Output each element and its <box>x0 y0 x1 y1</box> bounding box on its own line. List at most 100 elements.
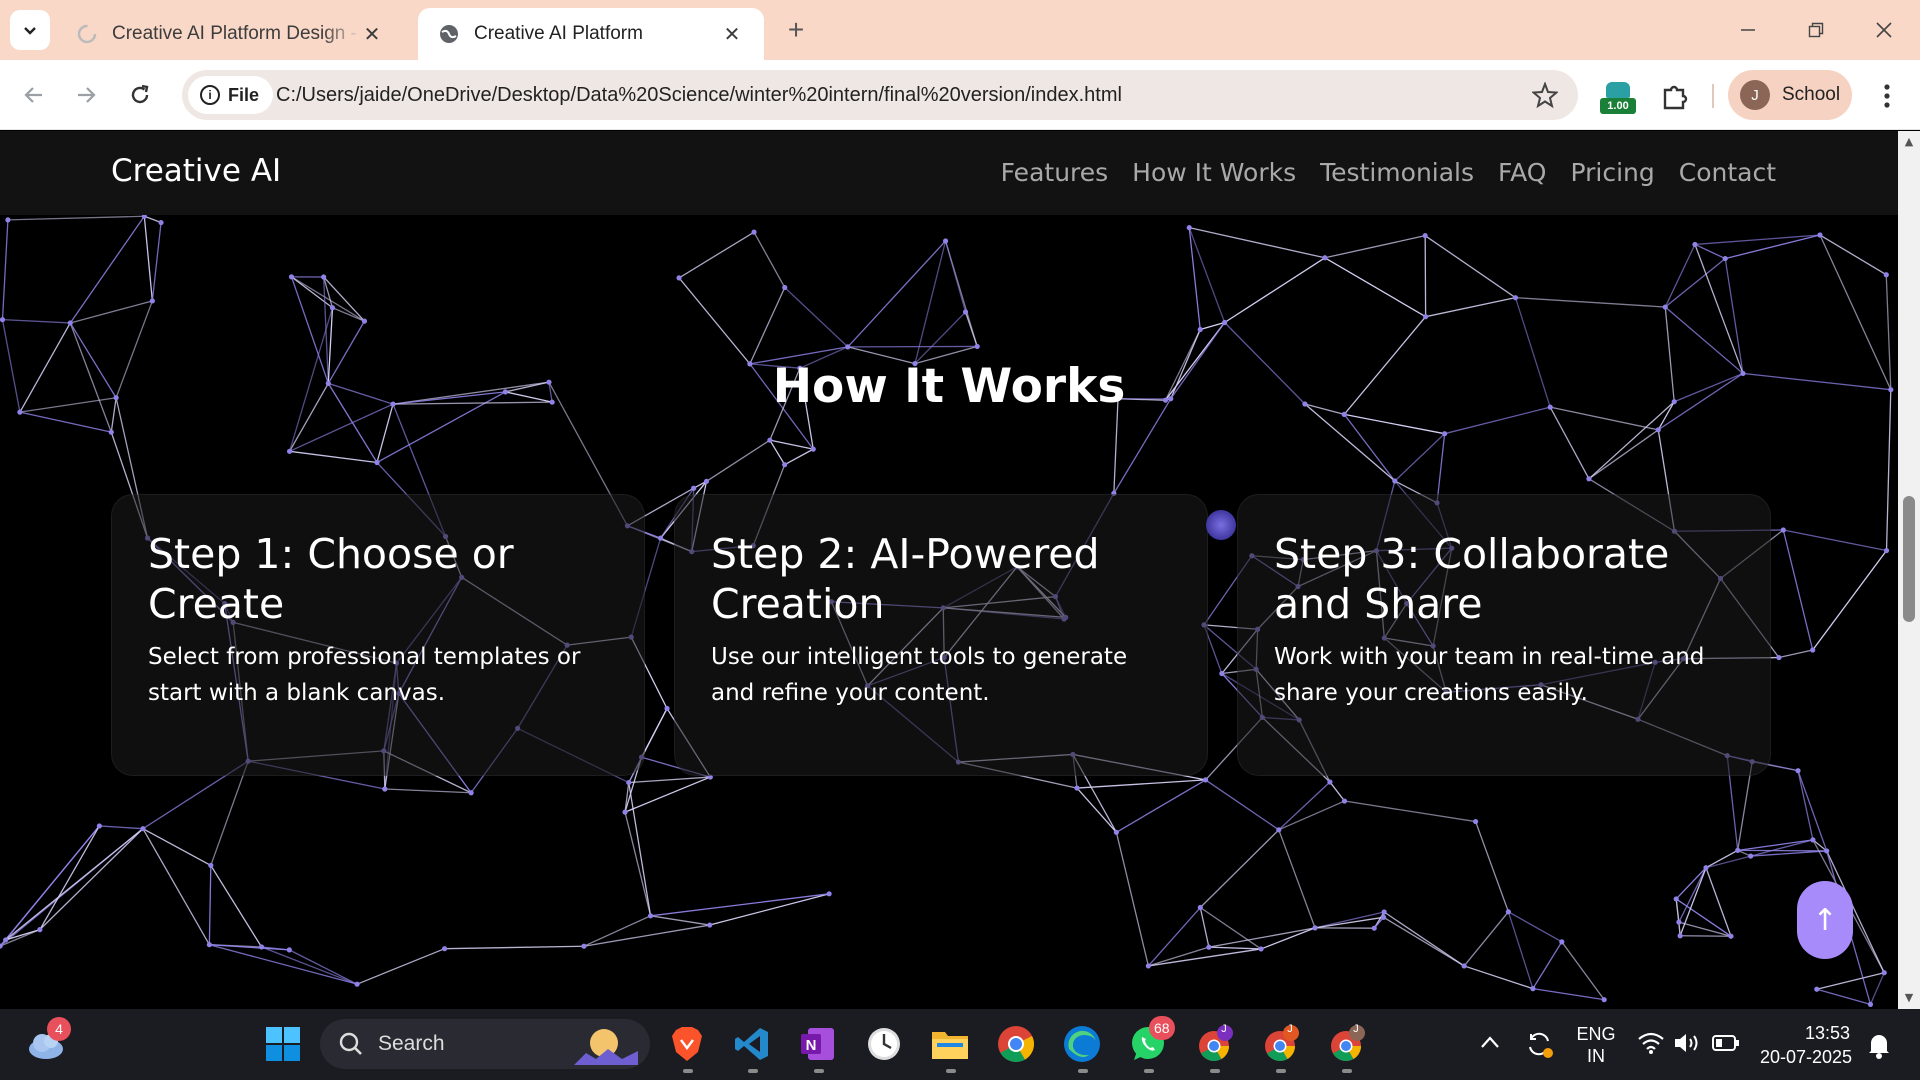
page-viewport: Creative AI Features How It Works Testim… <box>0 131 1898 1009</box>
taskbar-edge[interactable] <box>1061 1023 1103 1065</box>
network-node <box>1074 785 1080 791</box>
chrome-profile-initial: J <box>1353 1023 1359 1035</box>
chevron-up-icon[interactable] <box>1480 1035 1500 1049</box>
language-indicator[interactable]: ENG IN <box>1570 1023 1622 1067</box>
network-line <box>356 948 445 985</box>
network-line <box>1561 941 1605 1001</box>
volume-icon[interactable] <box>1673 1031 1701 1055</box>
address-bar[interactable]: i File C:/Users/jaide/OneDrive/Desktop/D… <box>182 70 1578 120</box>
profile-button[interactable]: J School <box>1728 70 1852 120</box>
taskbar-chrome[interactable] <box>995 1023 1037 1065</box>
start-button[interactable] <box>262 1023 304 1065</box>
network-node <box>288 274 295 280</box>
puzzle-extensions-icon[interactable] <box>1657 78 1693 114</box>
network-line <box>1115 832 1150 967</box>
battery-icon[interactable] <box>1712 1033 1740 1053</box>
network-node <box>354 981 360 987</box>
network-node <box>1276 827 1282 833</box>
scroll-down-arrow-icon[interactable]: ▼ <box>1902 991 1916 1005</box>
taskbar-vscode[interactable] <box>731 1023 773 1065</box>
globe-icon <box>440 25 458 43</box>
network-line <box>1344 413 1445 435</box>
forward-button[interactable] <box>68 77 104 113</box>
network-line <box>914 311 967 365</box>
site-info-chip[interactable]: i File <box>188 76 274 114</box>
network-node <box>1530 986 1536 992</box>
reload-button[interactable] <box>122 77 158 113</box>
network-node <box>1505 909 1511 915</box>
wifi-icon[interactable] <box>1637 1031 1665 1055</box>
site-navbar: Creative AI Features How It Works Testim… <box>0 131 1898 215</box>
network-node <box>1197 326 1203 333</box>
site-logo[interactable]: Creative AI <box>111 153 281 189</box>
clock-time: 13:53 <box>1804 1023 1850 1043</box>
network-node <box>468 790 474 796</box>
network-node <box>657 535 664 541</box>
network-node <box>707 922 713 928</box>
browser-menu-button[interactable] <box>1872 78 1902 114</box>
close-window-button[interactable] <box>1862 12 1906 48</box>
network-node <box>1113 829 1119 835</box>
sync-icon[interactable] <box>1524 1029 1554 1059</box>
network-line <box>583 915 651 947</box>
nav-link-contact[interactable]: Contact <box>1679 158 1776 187</box>
new-tab-button[interactable]: + <box>780 14 812 46</box>
network-node <box>258 944 265 950</box>
nav-link-pricing[interactable]: Pricing <box>1570 158 1654 187</box>
running-indicator <box>1276 1069 1286 1073</box>
page-scrollbar[interactable]: ▲ ▼ <box>1898 131 1920 1009</box>
site-nav-links: Features How It Works Testimonials FAQ P… <box>1001 158 1776 187</box>
network-line <box>1737 839 1814 851</box>
scrollbar-thumb[interactable] <box>1903 496 1915 622</box>
network-line <box>1588 429 1659 480</box>
network-node <box>1776 654 1782 661</box>
nav-link-testimonials[interactable]: Testimonials <box>1320 158 1474 187</box>
network-node <box>1461 963 1467 969</box>
nav-link-how-it-works[interactable]: How It Works <box>1132 158 1296 187</box>
network-node <box>1601 997 1607 1003</box>
network-line <box>1343 413 1396 482</box>
network-node <box>751 229 757 235</box>
network-line <box>749 287 786 365</box>
network-node <box>962 309 969 315</box>
minimize-button[interactable] <box>1726 12 1770 48</box>
taskbar-search[interactable]: Search <box>320 1019 650 1069</box>
nav-link-features[interactable]: Features <box>1001 158 1109 187</box>
star-bookmark-icon[interactable] <box>1532 82 1558 108</box>
tab-active[interactable]: Creative AI Platform ✕ <box>418 8 764 60</box>
taskbar-file-explorer[interactable] <box>929 1023 971 1065</box>
restore-button[interactable] <box>1794 12 1838 48</box>
network-line <box>384 788 472 794</box>
running-indicator <box>946 1069 956 1073</box>
network-node <box>1186 225 1192 231</box>
windows-logo-icon <box>266 1027 300 1061</box>
nav-link-faq[interactable]: FAQ <box>1498 158 1546 187</box>
taskbar-brave[interactable] <box>666 1023 708 1065</box>
taskbar-onenote[interactable]: N <box>797 1023 839 1065</box>
tab-search-button[interactable] <box>10 10 50 50</box>
network-line <box>210 865 263 948</box>
taskbar-clock[interactable] <box>863 1023 905 1065</box>
network-node <box>329 305 336 311</box>
back-button[interactable] <box>16 77 52 113</box>
close-tab-icon[interactable]: ✕ <box>360 22 384 46</box>
notification-bell-icon[interactable] <box>1866 1031 1892 1059</box>
extension-icon <box>1606 82 1630 98</box>
step-card: Step 3: Collaborate and Share Work with … <box>1237 494 1771 776</box>
network-line <box>1819 234 1887 276</box>
network-node <box>96 823 102 829</box>
clock-widget[interactable]: 13:53 20-07-2025 <box>1756 1021 1856 1069</box>
extension-button[interactable]: 1.00 <box>1600 82 1636 114</box>
network-line <box>1224 257 1326 324</box>
network-node <box>1202 777 1209 783</box>
network-line <box>144 215 162 224</box>
loading-favicon-icon <box>77 24 97 44</box>
url-text[interactable]: C:/Users/jaide/OneDrive/Desktop/Data%20S… <box>276 70 1122 120</box>
scroll-to-top-button[interactable]: ↑ <box>1797 881 1853 959</box>
scroll-up-arrow-icon[interactable]: ▲ <box>1902 135 1916 149</box>
network-node <box>1655 427 1661 433</box>
close-tab-icon[interactable]: ✕ <box>720 22 744 46</box>
network-node <box>37 927 43 933</box>
network-node <box>1222 319 1228 326</box>
tab-inactive[interactable]: Creative AI Platform Design - G ✕ <box>56 8 404 60</box>
